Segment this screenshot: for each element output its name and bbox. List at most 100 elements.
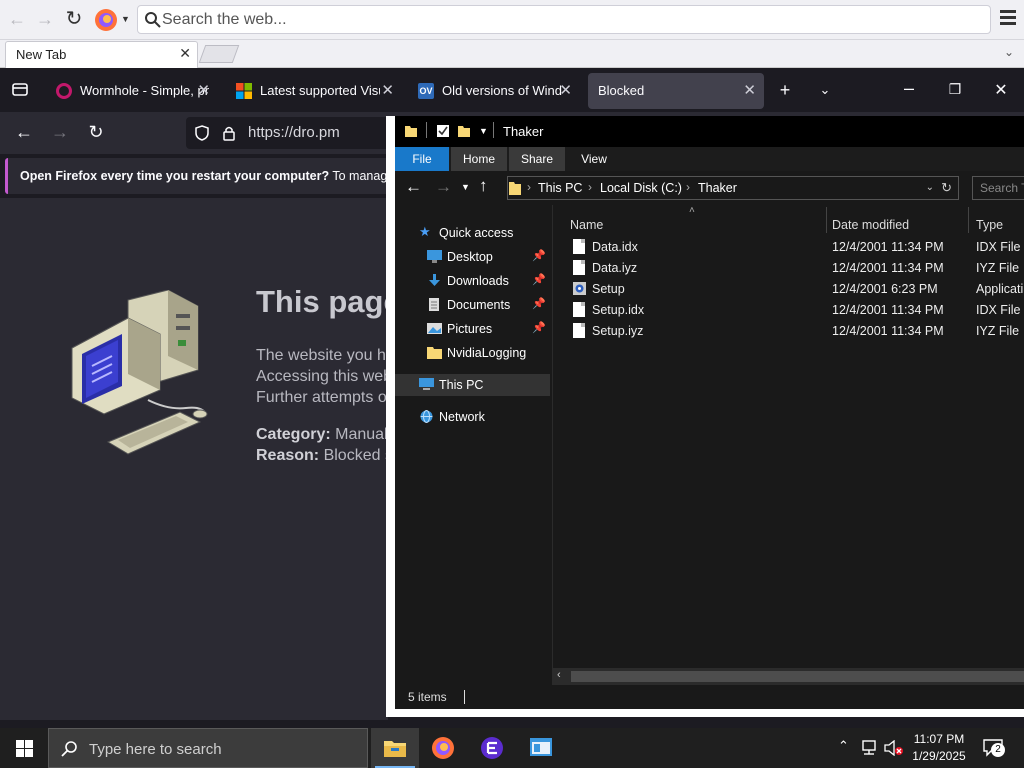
taskbar-app-e[interactable] (468, 728, 516, 768)
column-divider[interactable] (826, 207, 827, 233)
restore-icon[interactable]: ❐ (943, 81, 967, 98)
close-icon[interactable]: ✕ (559, 81, 572, 99)
firefox-view-icon[interactable] (8, 80, 32, 103)
column-header-type[interactable]: Type (976, 218, 1003, 232)
folder-icon (427, 347, 442, 359)
network-status-icon[interactable] (861, 740, 879, 756)
close-icon[interactable]: ✕ (179, 45, 191, 62)
nav-this-pc[interactable]: This PC (395, 374, 550, 396)
forward-arrow-icon[interactable]: → (48, 122, 72, 143)
lock-icon[interactable] (222, 125, 236, 141)
reload-icon[interactable]: ↻ (84, 122, 108, 143)
taskbar-app-window[interactable] (517, 728, 565, 768)
outer-forward-button[interactable]: → (34, 8, 56, 30)
up-arrow-icon[interactable]: ↑ (479, 176, 488, 196)
explorer-search-input[interactable] (973, 177, 1024, 199)
qat-dropdown-icon[interactable]: ▼ (479, 126, 488, 136)
nav-network[interactable]: Network (395, 406, 550, 428)
file-row[interactable]: Setup.idx 12/4/2001 11:34 PM IDX File (553, 299, 1024, 320)
folder-icon (405, 126, 417, 137)
nav-downloads[interactable]: Downloads 📌 (395, 270, 550, 292)
pin-icon[interactable]: 📌 (532, 297, 546, 310)
new-tab-plus-icon[interactable]: + (773, 80, 797, 101)
window-close-icon[interactable]: ✕ (989, 80, 1013, 100)
new-folder-icon[interactable] (457, 124, 471, 138)
pin-icon[interactable]: 📌 (532, 249, 546, 262)
outer-tab-strip: New Tab ✕ ⌄ (0, 40, 1024, 68)
show-hidden-icons-chevron-icon[interactable]: ⌃ (838, 738, 849, 754)
chevron-right-icon: › (527, 180, 531, 194)
address-dropdown-icon[interactable]: ⌄ (926, 182, 934, 193)
download-icon (429, 274, 440, 286)
shield-icon[interactable] (194, 125, 210, 141)
column-divider[interactable] (968, 207, 969, 233)
column-header-name[interactable]: Name (570, 218, 603, 232)
close-icon[interactable]: ✕ (381, 81, 394, 99)
outer-tab-label: New Tab (16, 47, 67, 62)
scrollbar-thumb[interactable] (571, 671, 1024, 682)
system-clock[interactable]: 11:07 PM 1/29/2025 (904, 731, 974, 765)
outer-new-tab-button[interactable] (198, 45, 240, 63)
file-type: IYZ File (976, 324, 1020, 338)
back-arrow-icon[interactable]: ← (405, 177, 422, 197)
ribbon-tab-share[interactable]: Share (509, 147, 565, 171)
tab-wormhole[interactable]: Wormhole - Simple, pr ✕ (46, 73, 218, 109)
tab-list-chevron-icon[interactable]: ⌄ (1004, 45, 1014, 59)
nav-documents[interactable]: Documents 📌 (395, 294, 550, 316)
outer-back-button[interactable]: ← (6, 8, 28, 30)
tab-blocked[interactable]: Blocked ✕ (588, 73, 764, 109)
start-button[interactable] (0, 728, 48, 768)
properties-check-icon[interactable] (436, 124, 450, 138)
address-bar[interactable]: › This PC › Local Disk (C:) › Thaker ⌄ ↻ (507, 176, 959, 200)
file-row[interactable]: Setup 12/4/2001 6:23 PM Applicati (553, 278, 1024, 299)
taskbar-file-explorer[interactable] (371, 728, 419, 768)
file-icon (573, 260, 585, 275)
file-row[interactable]: Data.iyz 12/4/2001 11:34 PM IYZ File (553, 257, 1024, 278)
pin-icon[interactable]: 📌 (532, 321, 546, 334)
firefox-dropdown-icon[interactable]: ▼ (121, 14, 130, 24)
nav-pictures[interactable]: Pictures 📌 (395, 318, 550, 340)
nav-quick-access[interactable]: ★ Quick access (395, 222, 550, 244)
taskbar-search-box[interactable] (48, 728, 368, 768)
breadcrumb-this-pc[interactable]: This PC (538, 181, 582, 195)
breadcrumb-local-disk[interactable]: Local Disk (C:) (600, 181, 682, 195)
outer-tab-new-tab[interactable]: New Tab ✕ (5, 41, 198, 68)
explorer-search-box[interactable] (972, 176, 1024, 200)
taskbar-firefox[interactable] (419, 728, 467, 768)
reason-line: Reason: Blocked s (256, 447, 388, 465)
action-center-icon[interactable]: 2 (983, 739, 1005, 757)
forward-arrow-icon[interactable]: → (435, 177, 452, 197)
column-header-date[interactable]: Date modified (832, 218, 909, 232)
outer-url-bar[interactable] (137, 5, 991, 34)
back-arrow-icon[interactable]: ← (12, 122, 36, 143)
breadcrumb-thaker[interactable]: Thaker (698, 181, 737, 195)
file-name: Data.idx (592, 240, 638, 254)
list-all-tabs-chevron-icon[interactable]: ⌄ (813, 82, 837, 98)
nav-nvidialogging[interactable]: NvidiaLogging (395, 342, 550, 364)
pin-icon[interactable]: 📌 (532, 273, 546, 286)
taskbar-search-input[interactable] (89, 739, 349, 759)
close-icon[interactable]: ✕ (743, 81, 756, 99)
tab-old-versions[interactable]: OV Old versions of Windo ✕ (408, 73, 580, 109)
hamburger-menu-icon[interactable] (1000, 10, 1016, 28)
firefox-logo-icon[interactable] (94, 8, 118, 32)
ribbon-tab-file[interactable]: File (395, 147, 449, 171)
ribbon-tab-view[interactable]: View (569, 147, 619, 171)
explorer-title-bar: ▼ Thaker (395, 116, 1024, 147)
nav-desktop[interactable]: Desktop 📌 (395, 246, 550, 268)
refresh-icon[interactable]: ↻ (941, 180, 952, 196)
outer-search-input[interactable] (162, 9, 962, 31)
clock-time: 11:07 PM (913, 732, 965, 746)
file-row[interactable]: Setup.iyz 12/4/2001 11:34 PM IYZ File (553, 320, 1024, 341)
horizontal-scrollbar[interactable]: ‹ (553, 668, 1024, 685)
minimize-icon[interactable]: – (897, 78, 921, 99)
recent-locations-chevron-icon[interactable]: ▼ (461, 182, 470, 192)
tab-visual-cpp[interactable]: Latest supported Visual ✕ (226, 73, 402, 109)
close-icon[interactable]: ✕ (197, 81, 210, 99)
ribbon-tab-home[interactable]: Home (451, 147, 507, 171)
volume-muted-icon[interactable] (884, 740, 904, 756)
inner-url-bar[interactable]: https://dro.pm (186, 117, 396, 149)
scroll-left-icon[interactable]: ‹ (557, 669, 561, 681)
outer-reload-button[interactable]: ↻ (63, 8, 85, 30)
file-row[interactable]: Data.idx 12/4/2001 11:34 PM IDX File (553, 236, 1024, 257)
